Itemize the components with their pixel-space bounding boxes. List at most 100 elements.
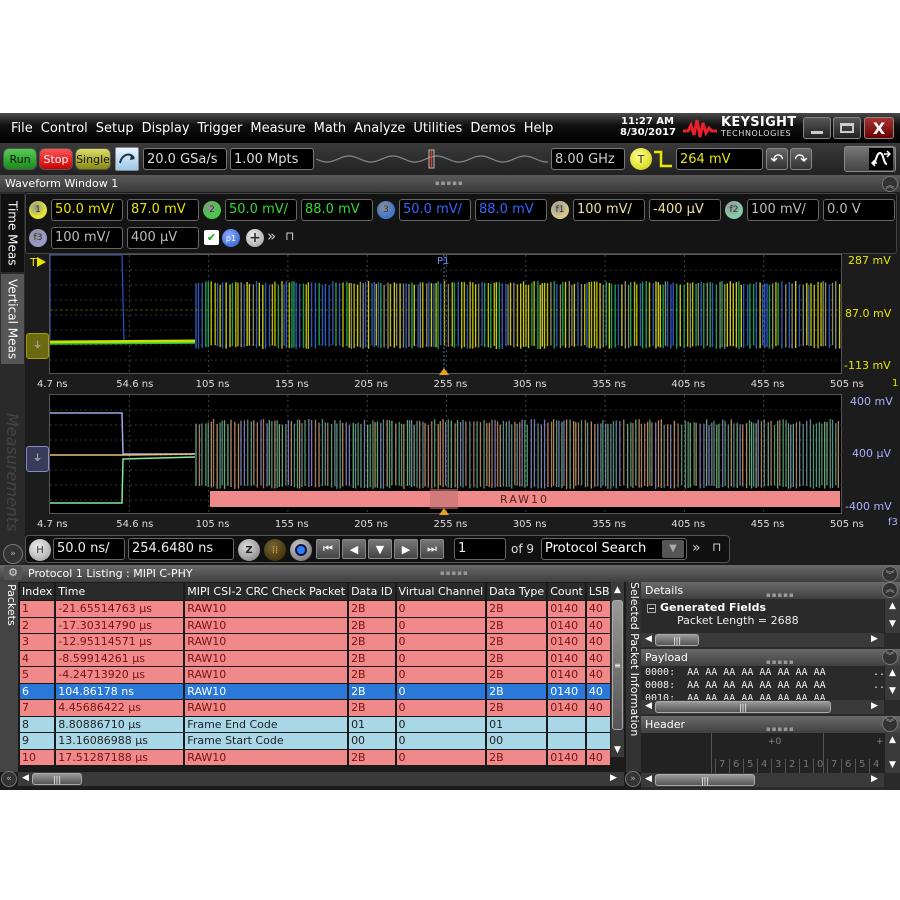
maximize-button[interactable] bbox=[833, 117, 861, 139]
details-hscroll[interactable]: ◀ ||| ▶ bbox=[641, 633, 884, 647]
menu-analyze[interactable]: Analyze bbox=[351, 121, 408, 136]
last-button[interactable]: ⏭ bbox=[420, 539, 444, 559]
menu-trigger[interactable]: Trigger bbox=[195, 121, 246, 136]
menu-demos[interactable]: Demos bbox=[467, 121, 518, 136]
next-button[interactable]: ▶ bbox=[394, 539, 418, 559]
details-collapse-icon[interactable]: ︽ bbox=[882, 582, 898, 598]
header-hscroll[interactable]: ◀ ||| ▶ bbox=[641, 773, 884, 787]
table-hscroll-thumb[interactable]: ||| bbox=[32, 773, 82, 785]
channel-f3-scale-field[interactable]: 100 mV/ bbox=[51, 227, 123, 249]
tab-measurements[interactable]: Measurements bbox=[1, 402, 24, 542]
memory-depth-field[interactable]: 1.00 Mpts bbox=[230, 148, 314, 170]
channel-f2-offset-field[interactable]: 0.0 V bbox=[823, 199, 895, 221]
column-header[interactable]: LSB bbox=[586, 583, 610, 600]
checkmark-icon[interactable]: ✔ bbox=[204, 230, 219, 245]
tree-collapse-icon[interactable]: − bbox=[647, 604, 656, 613]
table-row[interactable]: 8 8.80886710 µs Frame End Code 01 0 01 bbox=[20, 716, 610, 732]
channel-badge-1[interactable]: 1 bbox=[29, 201, 47, 219]
more-chevron-icon[interactable]: » bbox=[692, 540, 701, 556]
channel-badge-f2[interactable]: f2 bbox=[725, 201, 743, 219]
details-vscroll[interactable]: ▲ ▼ bbox=[884, 599, 900, 633]
waveform-grid-2[interactable]: RAW10 bbox=[49, 394, 843, 515]
search-button[interactable] bbox=[290, 539, 312, 561]
first-button[interactable]: ⏮ bbox=[316, 539, 340, 559]
table-row[interactable]: 2-17.30314790 µsRAW102B02B01404001 bbox=[20, 617, 610, 633]
table-vscroll-thumb[interactable]: ≡ bbox=[612, 600, 623, 730]
markers-button[interactable]: ⁞⁞ bbox=[264, 539, 286, 561]
time-position-field[interactable]: 254.6480 ns bbox=[128, 538, 234, 560]
header-vscroll[interactable]: ▲ ▼ bbox=[884, 733, 900, 773]
table-row[interactable]: 3-12.95114571 µsRAW102B02B01404001 bbox=[20, 634, 610, 650]
trigger-level-field[interactable]: 264 mV bbox=[676, 148, 763, 170]
menu-help[interactable]: Help bbox=[521, 121, 557, 136]
channel-f1-scale-field[interactable]: 100 mV/ bbox=[573, 199, 645, 221]
scroll-up-icon[interactable]: ▲ bbox=[614, 585, 621, 595]
column-header[interactable]: Data ID bbox=[349, 583, 395, 600]
table-vertical-scrollbar[interactable]: ▲ ≡ ▼ bbox=[610, 582, 624, 757]
add-channel-icon[interactable]: + bbox=[246, 229, 264, 247]
stop-button[interactable]: Stop bbox=[39, 148, 73, 170]
channel-2-scale-field[interactable]: 50.0 mV/ bbox=[225, 199, 297, 221]
more-channels-icon[interactable]: » bbox=[267, 227, 276, 245]
generated-fields-node[interactable]: − Generated Fields bbox=[647, 599, 900, 614]
channel-1-scale-field[interactable]: 50.0 mV/ bbox=[51, 199, 123, 221]
sample-rate-field[interactable]: 20.0 GSa/s bbox=[143, 148, 227, 170]
scroll-right-icon[interactable]: ▶ bbox=[610, 773, 617, 783]
channel-1-offset-field[interactable]: 87.0 mV bbox=[127, 199, 199, 221]
scroll-down-icon[interactable]: ▼ bbox=[614, 745, 621, 755]
scroll-left-icon[interactable]: ◀ bbox=[22, 773, 29, 783]
run-button[interactable]: Run bbox=[3, 148, 37, 170]
channel-f2-scale-field[interactable]: 100 mV/ bbox=[747, 199, 819, 221]
channel1-ground-marker[interactable]: ⏚ bbox=[26, 333, 49, 359]
header-collapse-icon[interactable]: ︾ bbox=[882, 716, 898, 732]
display-mode-button[interactable] bbox=[844, 146, 896, 172]
menu-math[interactable]: Math bbox=[311, 121, 350, 136]
previous-button[interactable]: ◀ bbox=[342, 539, 366, 559]
channel-f3-offset-field[interactable]: 400 µV bbox=[127, 227, 199, 249]
channel-badge-f3[interactable]: f3 bbox=[29, 229, 47, 247]
column-header[interactable]: Data Type bbox=[487, 583, 547, 600]
table-row[interactable]: 1017.51287188 µsRAW102B02B01404001 bbox=[20, 749, 610, 765]
table-row[interactable]: 5-4.24713920 µsRAW102B02B01404001 bbox=[20, 667, 610, 683]
channel-f1-offset-field[interactable]: -400 µV bbox=[649, 199, 721, 221]
table-row[interactable]: 9 13.16086988 µs Frame Start Code 00 0 00 bbox=[20, 733, 610, 749]
minimize-button[interactable] bbox=[803, 117, 831, 139]
function-ground-marker[interactable]: ⏚ bbox=[26, 446, 49, 472]
menu-setup[interactable]: Setup bbox=[93, 121, 137, 136]
column-header[interactable]: Index bbox=[20, 583, 55, 600]
menu-file[interactable]: File bbox=[8, 121, 36, 136]
horizontal-badge[interactable]: H bbox=[29, 539, 51, 561]
tab-packets[interactable]: Packets bbox=[0, 582, 18, 772]
horizontal-position-slider[interactable] bbox=[315, 149, 549, 169]
channel-badge-3[interactable]: 3 bbox=[377, 201, 395, 219]
gear-icon[interactable]: ⚙ bbox=[4, 566, 22, 580]
autoscale-button[interactable] bbox=[115, 147, 139, 171]
waveform-grid-1[interactable] bbox=[49, 254, 843, 375]
tab-selected-packet-information[interactable]: Selected Packet Information bbox=[626, 582, 641, 772]
table-row[interactable]: 6104.86178 nsRAW102B02B01404001 bbox=[20, 683, 610, 699]
drag-grip-icon[interactable]: ▪▪▪▪▪ bbox=[435, 179, 464, 187]
payload-vscroll[interactable]: ▲ ▼ bbox=[884, 666, 900, 700]
column-header[interactable]: MIPI CSI-2 CRC Check Packet bbox=[185, 583, 348, 600]
page-number-field[interactable]: 1 bbox=[454, 538, 506, 560]
time-scale-field[interactable]: 50.0 ns/ bbox=[53, 538, 125, 560]
table-row[interactable]: 74.45686422 µsRAW102B02B01404001 bbox=[20, 700, 610, 716]
column-header[interactable]: Time bbox=[56, 583, 184, 600]
header-hscroll-thumb[interactable]: ||| bbox=[655, 774, 755, 786]
pin-icon[interactable]: ⊓ bbox=[712, 540, 721, 554]
pin-channels-icon[interactable]: ⊓ bbox=[285, 229, 294, 243]
single-button[interactable]: Single bbox=[75, 148, 111, 170]
channel-badge-f1[interactable]: f1 bbox=[551, 201, 569, 219]
payload-hscroll-thumb[interactable]: ||| bbox=[655, 701, 831, 713]
expand-left-icon[interactable]: « bbox=[1, 771, 17, 787]
menu-utilities[interactable]: Utilities bbox=[410, 121, 465, 136]
menu-measure[interactable]: Measure bbox=[247, 121, 308, 136]
table-row[interactable]: 4-8.59914261 µsRAW102B02B01404001 bbox=[20, 650, 610, 666]
protocol-search-dropdown[interactable]: Protocol Search ▼ bbox=[541, 538, 687, 560]
channel-2-offset-field[interactable]: 88.0 mV bbox=[301, 199, 373, 221]
column-header[interactable]: Count bbox=[548, 583, 585, 600]
expand-right-panel-icon[interactable]: » bbox=[625, 771, 641, 787]
close-button[interactable]: X bbox=[864, 117, 894, 139]
channel-badge-2[interactable]: 2 bbox=[203, 201, 221, 219]
p1-badge[interactable]: p1 bbox=[222, 229, 240, 247]
